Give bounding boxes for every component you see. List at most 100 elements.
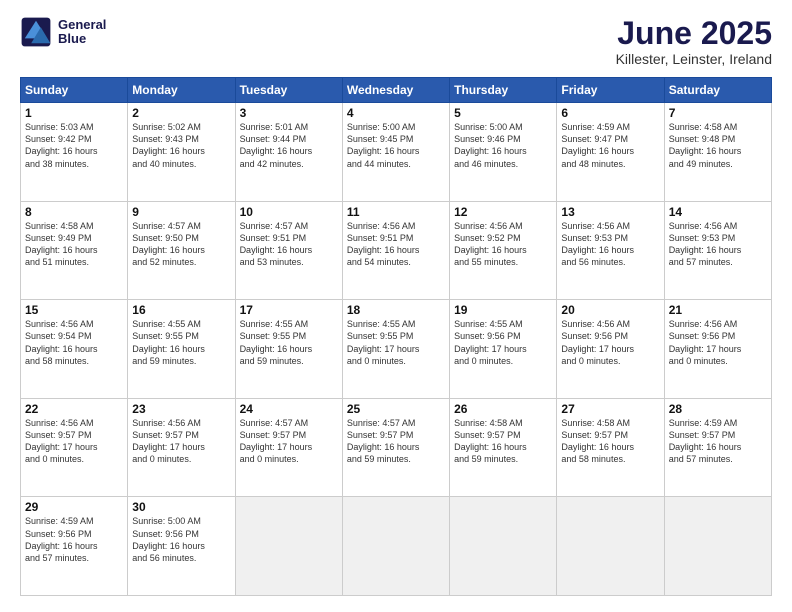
day-number: 2 xyxy=(132,106,230,120)
calendar-week-row: 15Sunrise: 4:56 AMSunset: 9:54 PMDayligh… xyxy=(21,300,772,399)
calendar-day-cell xyxy=(342,497,449,596)
day-info: Sunrise: 4:57 AMSunset: 9:50 PMDaylight:… xyxy=(132,220,230,269)
calendar-title: June 2025 xyxy=(616,16,772,51)
calendar-day-header: Monday xyxy=(128,78,235,103)
day-info: Sunrise: 4:58 AMSunset: 9:48 PMDaylight:… xyxy=(669,121,767,170)
day-number: 12 xyxy=(454,205,552,219)
calendar-table: SundayMondayTuesdayWednesdayThursdayFrid… xyxy=(20,77,772,596)
calendar-day-cell: 10Sunrise: 4:57 AMSunset: 9:51 PMDayligh… xyxy=(235,201,342,300)
day-info: Sunrise: 4:56 AMSunset: 9:54 PMDaylight:… xyxy=(25,318,123,367)
day-info: Sunrise: 4:58 AMSunset: 9:49 PMDaylight:… xyxy=(25,220,123,269)
day-number: 28 xyxy=(669,402,767,416)
day-number: 25 xyxy=(347,402,445,416)
day-info: Sunrise: 4:56 AMSunset: 9:56 PMDaylight:… xyxy=(561,318,659,367)
calendar-day-cell: 28Sunrise: 4:59 AMSunset: 9:57 PMDayligh… xyxy=(664,398,771,497)
day-info: Sunrise: 4:56 AMSunset: 9:53 PMDaylight:… xyxy=(669,220,767,269)
day-number: 9 xyxy=(132,205,230,219)
calendar-day-cell: 19Sunrise: 4:55 AMSunset: 9:56 PMDayligh… xyxy=(450,300,557,399)
day-number: 29 xyxy=(25,500,123,514)
day-info: Sunrise: 4:57 AMSunset: 9:51 PMDaylight:… xyxy=(240,220,338,269)
calendar-day-cell xyxy=(557,497,664,596)
calendar-week-row: 8Sunrise: 4:58 AMSunset: 9:49 PMDaylight… xyxy=(21,201,772,300)
calendar-day-cell: 11Sunrise: 4:56 AMSunset: 9:51 PMDayligh… xyxy=(342,201,449,300)
day-info: Sunrise: 5:02 AMSunset: 9:43 PMDaylight:… xyxy=(132,121,230,170)
day-info: Sunrise: 4:56 AMSunset: 9:53 PMDaylight:… xyxy=(561,220,659,269)
day-info: Sunrise: 4:56 AMSunset: 9:57 PMDaylight:… xyxy=(132,417,230,466)
day-info: Sunrise: 4:58 AMSunset: 9:57 PMDaylight:… xyxy=(454,417,552,466)
day-number: 16 xyxy=(132,303,230,317)
day-number: 21 xyxy=(669,303,767,317)
calendar-day-cell: 14Sunrise: 4:56 AMSunset: 9:53 PMDayligh… xyxy=(664,201,771,300)
calendar-day-cell: 12Sunrise: 4:56 AMSunset: 9:52 PMDayligh… xyxy=(450,201,557,300)
title-block: June 2025 Killester, Leinster, Ireland xyxy=(616,16,772,67)
logo: General Blue xyxy=(20,16,106,48)
calendar-day-header: Sunday xyxy=(21,78,128,103)
calendar-day-cell: 29Sunrise: 4:59 AMSunset: 9:56 PMDayligh… xyxy=(21,497,128,596)
day-number: 15 xyxy=(25,303,123,317)
day-number: 30 xyxy=(132,500,230,514)
day-info: Sunrise: 4:56 AMSunset: 9:52 PMDaylight:… xyxy=(454,220,552,269)
calendar-day-cell: 9Sunrise: 4:57 AMSunset: 9:50 PMDaylight… xyxy=(128,201,235,300)
day-number: 7 xyxy=(669,106,767,120)
day-info: Sunrise: 4:59 AMSunset: 9:56 PMDaylight:… xyxy=(25,515,123,564)
day-number: 5 xyxy=(454,106,552,120)
header: General Blue June 2025 Killester, Leinst… xyxy=(20,16,772,67)
day-number: 17 xyxy=(240,303,338,317)
calendar-day-cell xyxy=(664,497,771,596)
calendar-day-cell: 6Sunrise: 4:59 AMSunset: 9:47 PMDaylight… xyxy=(557,103,664,202)
calendar-week-row: 1Sunrise: 5:03 AMSunset: 9:42 PMDaylight… xyxy=(21,103,772,202)
day-number: 14 xyxy=(669,205,767,219)
calendar-week-row: 22 Sunrise: 4:56 AMSunset: 9:57 PMDayligh… xyxy=(21,398,772,497)
calendar-day-cell: 23Sunrise: 4:56 AMSunset: 9:57 PMDayligh… xyxy=(128,398,235,497)
day-number: 18 xyxy=(347,303,445,317)
calendar-day-cell: 27Sunrise: 4:58 AMSunset: 9:57 PMDayligh… xyxy=(557,398,664,497)
day-number: 13 xyxy=(561,205,659,219)
calendar-day-header: Friday xyxy=(557,78,664,103)
calendar-day-cell: 1Sunrise: 5:03 AMSunset: 9:42 PMDaylight… xyxy=(21,103,128,202)
calendar-day-cell xyxy=(235,497,342,596)
day-info: Sunrise: 4:56 AMSunset: 9:56 PMDaylight:… xyxy=(669,318,767,367)
calendar-day-cell: 4Sunrise: 5:00 AMSunset: 9:45 PMDaylight… xyxy=(342,103,449,202)
day-info: Sunrise: 4:59 AMSunset: 9:47 PMDaylight:… xyxy=(561,121,659,170)
calendar-day-cell: 30Sunrise: 5:00 AMSunset: 9:56 PMDayligh… xyxy=(128,497,235,596)
calendar-day-cell: 3Sunrise: 5:01 AMSunset: 9:44 PMDaylight… xyxy=(235,103,342,202)
day-info: Sunrise: 5:00 AMSunset: 9:45 PMDaylight:… xyxy=(347,121,445,170)
calendar-day-cell: 21Sunrise: 4:56 AMSunset: 9:56 PMDayligh… xyxy=(664,300,771,399)
day-number: 4 xyxy=(347,106,445,120)
day-number: 26 xyxy=(454,402,552,416)
day-number: 22 xyxy=(25,402,123,416)
day-info: Sunrise: 5:03 AMSunset: 9:42 PMDaylight:… xyxy=(25,121,123,170)
day-info: Sunrise: 4:55 AMSunset: 9:55 PMDaylight:… xyxy=(347,318,445,367)
day-info: Sunrise: 4:56 AMSunset: 9:51 PMDaylight:… xyxy=(347,220,445,269)
calendar-day-cell: 16Sunrise: 4:55 AMSunset: 9:55 PMDayligh… xyxy=(128,300,235,399)
day-number: 11 xyxy=(347,205,445,219)
calendar-day-cell: 26Sunrise: 4:58 AMSunset: 9:57 PMDayligh… xyxy=(450,398,557,497)
day-number: 10 xyxy=(240,205,338,219)
calendar-day-header: Saturday xyxy=(664,78,771,103)
day-number: 6 xyxy=(561,106,659,120)
calendar-day-cell: 13Sunrise: 4:56 AMSunset: 9:53 PMDayligh… xyxy=(557,201,664,300)
calendar-day-header: Wednesday xyxy=(342,78,449,103)
calendar-day-cell: 7Sunrise: 4:58 AMSunset: 9:48 PMDaylight… xyxy=(664,103,771,202)
calendar-day-cell xyxy=(450,497,557,596)
day-number: 3 xyxy=(240,106,338,120)
calendar-week-row: 29Sunrise: 4:59 AMSunset: 9:56 PMDayligh… xyxy=(21,497,772,596)
day-number: 1 xyxy=(25,106,123,120)
day-number: 24 xyxy=(240,402,338,416)
day-number: 23 xyxy=(132,402,230,416)
calendar-day-cell: 18Sunrise: 4:55 AMSunset: 9:55 PMDayligh… xyxy=(342,300,449,399)
page: General Blue June 2025 Killester, Leinst… xyxy=(0,0,792,612)
calendar-day-header: Tuesday xyxy=(235,78,342,103)
logo-line1: General xyxy=(58,18,106,32)
calendar-day-cell: 17Sunrise: 4:55 AMSunset: 9:55 PMDayligh… xyxy=(235,300,342,399)
calendar-day-cell: 22Sunrise: 4:56 AMSunset: 9:57 PMDayligh… xyxy=(21,398,128,497)
calendar-day-cell: 24Sunrise: 4:57 AMSunset: 9:57 PMDayligh… xyxy=(235,398,342,497)
logo-line2: Blue xyxy=(58,32,106,46)
calendar-header-row: SundayMondayTuesdayWednesdayThursdayFrid… xyxy=(21,78,772,103)
day-info: Sunrise: 4:55 AMSunset: 9:56 PMDaylight:… xyxy=(454,318,552,367)
day-number: 20 xyxy=(561,303,659,317)
calendar-day-header: Thursday xyxy=(450,78,557,103)
calendar-day-cell: 20Sunrise: 4:56 AMSunset: 9:56 PMDayligh… xyxy=(557,300,664,399)
logo-icon xyxy=(20,16,52,48)
day-info: Sunrise: 4:55 AMSunset: 9:55 PMDaylight:… xyxy=(240,318,338,367)
